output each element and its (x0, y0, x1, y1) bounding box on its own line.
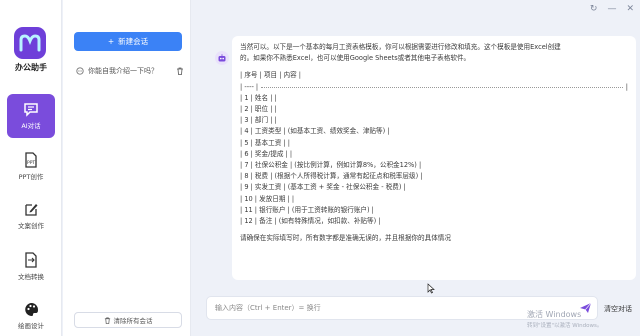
send-button[interactable] (576, 299, 594, 317)
document-convert-icon (25, 251, 37, 268)
table-header: | 序号 | 项目 | 内容 | (240, 71, 302, 80)
plus-icon: + (107, 37, 115, 46)
table-row: | 11 | 银行账户 | (用于工资转账的银行账户) | (240, 205, 374, 214)
table-row: | 5 | 基本工资 | | (240, 138, 290, 147)
nav-label: PPT创作 (18, 172, 44, 181)
table-row: | 7 | 社保公积金 | (按比例计算，例如计算8%，公积金12%) | (240, 161, 422, 170)
nav-label: 文档转换 (18, 272, 44, 281)
chat-icon (24, 103, 38, 117)
app-name: 办公助手 (15, 63, 47, 72)
ppt-icon: PPT (25, 151, 37, 168)
nav-item-copywriting[interactable]: 文案创作 (7, 194, 55, 238)
activation-watermark-subtitle: 转到"设置"以激活 Windows。 (527, 323, 603, 329)
message-text: 请确保在实际填写时，所有数字都是准确无误的，并且根据你的具体情况 (240, 234, 451, 243)
table-row: | 10 | 发放日期 | | (240, 194, 295, 203)
send-icon (579, 302, 591, 313)
svg-text:PPT: PPT (27, 160, 35, 166)
new-chat-label: 新建会话 (118, 37, 149, 46)
chat-bubble-icon (76, 67, 84, 75)
trash-icon[interactable] (176, 67, 184, 75)
logo-icon (19, 34, 41, 52)
nav-item-ppt[interactable]: PPT PPT创作 (7, 144, 55, 188)
table-row: | 8 | 税费 | (根据个人所得税计算，通常有起征点和税率层级) | (240, 172, 423, 181)
robot-icon (218, 54, 226, 62)
nav-rail: 办公助手 AI对话 PPT PPT创作 文案创作 文档转换 绘画设计 (0, 0, 62, 336)
separator-end: | (625, 82, 628, 91)
nav-item-painting[interactable]: 绘画设计 (7, 294, 55, 336)
activation-watermark-title: 激活 Windows (527, 310, 582, 319)
app-logo (14, 27, 46, 59)
message-text: 的。如果你不熟悉Excel，也可以使用Google Sheets或者其他电子表格… (240, 54, 471, 63)
conversation-title: 你能自我介绍一下吗？ (88, 67, 158, 75)
nav-item-ai-chat[interactable]: AI对话 (7, 94, 55, 138)
edit-icon (24, 204, 37, 216)
assistant-avatar (215, 51, 229, 65)
separator-start: | ---- | (240, 82, 259, 91)
nav-label: 绘画设计 (18, 322, 44, 330)
clear-context-button[interactable]: 清空对话 (604, 304, 632, 314)
table-row: | 6 | 奖金/提成 | | (240, 149, 293, 158)
table-separator: | ---- | | (240, 82, 628, 93)
assistant-message: 当然可以。以下是一个基本的每月工资表格模板，你可以根据需要进行修改和填充。这个模… (232, 36, 636, 280)
table-row: | 3 | 部门 | | (240, 116, 277, 125)
trash-icon (104, 317, 110, 324)
table-row: | 2 | 职位 | | (240, 105, 277, 114)
mouse-cursor-icon (427, 283, 435, 294)
message-text: 当然可以。以下是一个基本的每月工资表格模板，你可以根据需要进行修改和填充。这个模… (240, 43, 561, 51)
palette-icon (24, 303, 38, 317)
nav-label: AI对话 (21, 122, 41, 130)
clear-all-label: 清除所有会话 (113, 317, 153, 325)
chat-area: 当然可以。以下是一个基本的每月工资表格模板，你可以根据需要进行修改和填充。这个模… (192, 0, 640, 336)
conversation-item[interactable]: 你能自我介绍一下吗？ (76, 64, 184, 78)
clear-all-conversations-button[interactable]: 清除所有会话 (74, 312, 182, 328)
table-row: | 1 | 姓名 | | (240, 93, 277, 102)
nav-label: 文案创作 (18, 222, 44, 230)
new-chat-button[interactable]: + 新建会话 (74, 32, 182, 51)
nav-item-doc-convert[interactable]: 文档转换 (7, 244, 55, 288)
table-row: | 4 | 工资类型 | (如基本工资、绩效奖金、津贴等) | (240, 127, 390, 136)
table-row: | 9 | 实发工资 | (基本工资 + 奖金 - 社保公积金 - 税费) | (240, 183, 406, 192)
conversation-panel: + 新建会话 你能自我介绍一下吗？ 清除所有会话 (63, 0, 191, 336)
table-row: | 12 | 备注 | (如有特殊情况，如扣款、补贴等) | (240, 217, 381, 226)
